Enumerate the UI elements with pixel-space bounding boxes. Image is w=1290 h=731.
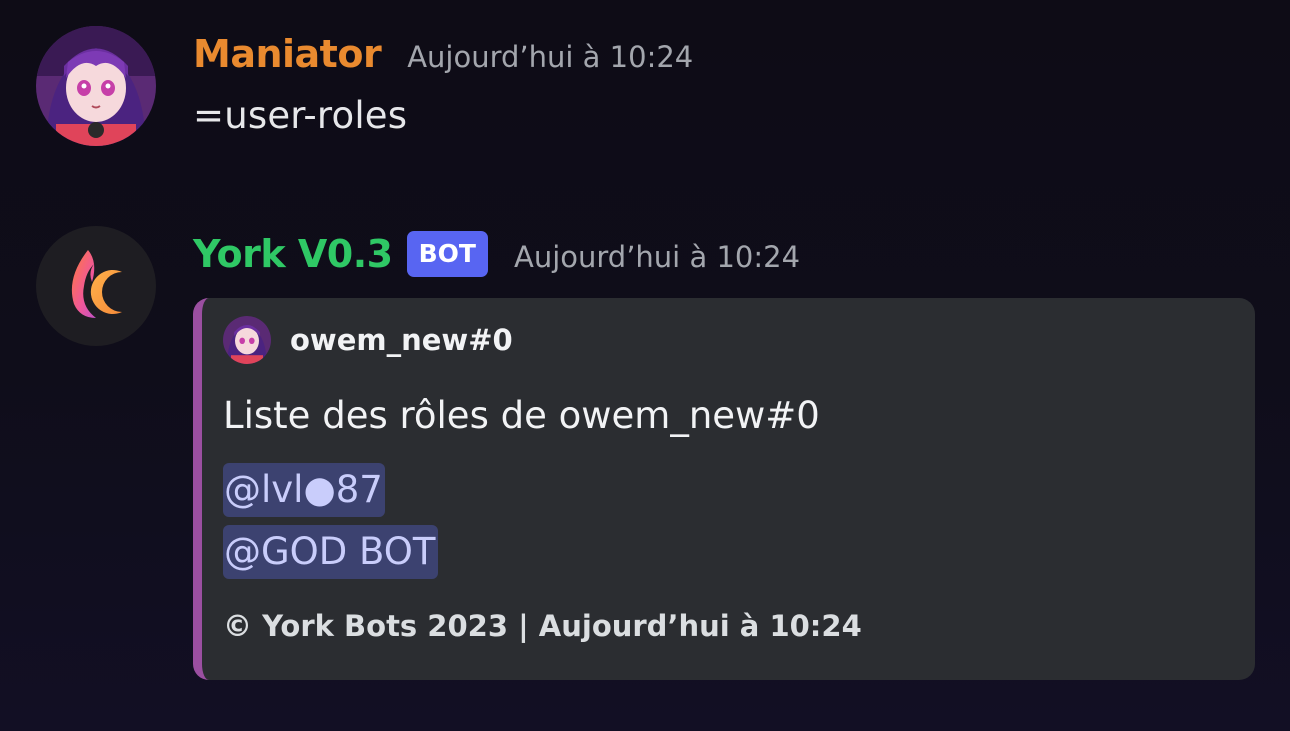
user-avatar[interactable]	[36, 26, 156, 146]
embed-title: Liste des rôles de owem_new#0	[223, 394, 820, 437]
username[interactable]: Maniator	[193, 32, 382, 76]
username[interactable]: York V0.3	[193, 232, 393, 276]
anime-avatar-icon	[223, 316, 271, 364]
bot-avatar[interactable]	[36, 226, 156, 346]
bot-tag: BOT	[406, 231, 488, 277]
message-content: Maniator Aujourd’hui à 10:24 =user-roles	[193, 26, 1254, 137]
embed-author: owem_new#0	[223, 316, 1233, 364]
message-text: =user-roles	[193, 94, 408, 137]
embed: owem_new#0 Liste des rôles de owem_new#0…	[193, 298, 1255, 680]
message-header: Maniator Aujourd’hui à 10:24	[193, 26, 1254, 82]
role-mention[interactable]: @GOD BOT	[223, 525, 438, 579]
embed-author-name[interactable]: owem_new#0	[290, 323, 513, 357]
embed-footer: © York Bots 2023 | Aujourd’hui à 10:24	[223, 609, 862, 643]
anime-avatar-icon	[36, 26, 156, 146]
role-list: @lvl●87 @GOD BOT	[223, 463, 1233, 587]
timestamp: Aujourd’hui à 10:24	[407, 40, 694, 74]
flame-moon-logo-icon	[36, 226, 156, 346]
embed-author-avatar	[223, 316, 271, 364]
timestamp: Aujourd’hui à 10:24	[513, 240, 801, 274]
role-mention[interactable]: @lvl●87	[223, 463, 385, 517]
message-content: York V0.3 BOT Aujourd’hui à 10:24 owem_n…	[193, 226, 1255, 680]
message-header: York V0.3 BOT Aujourd’hui à 10:24	[193, 226, 1254, 282]
